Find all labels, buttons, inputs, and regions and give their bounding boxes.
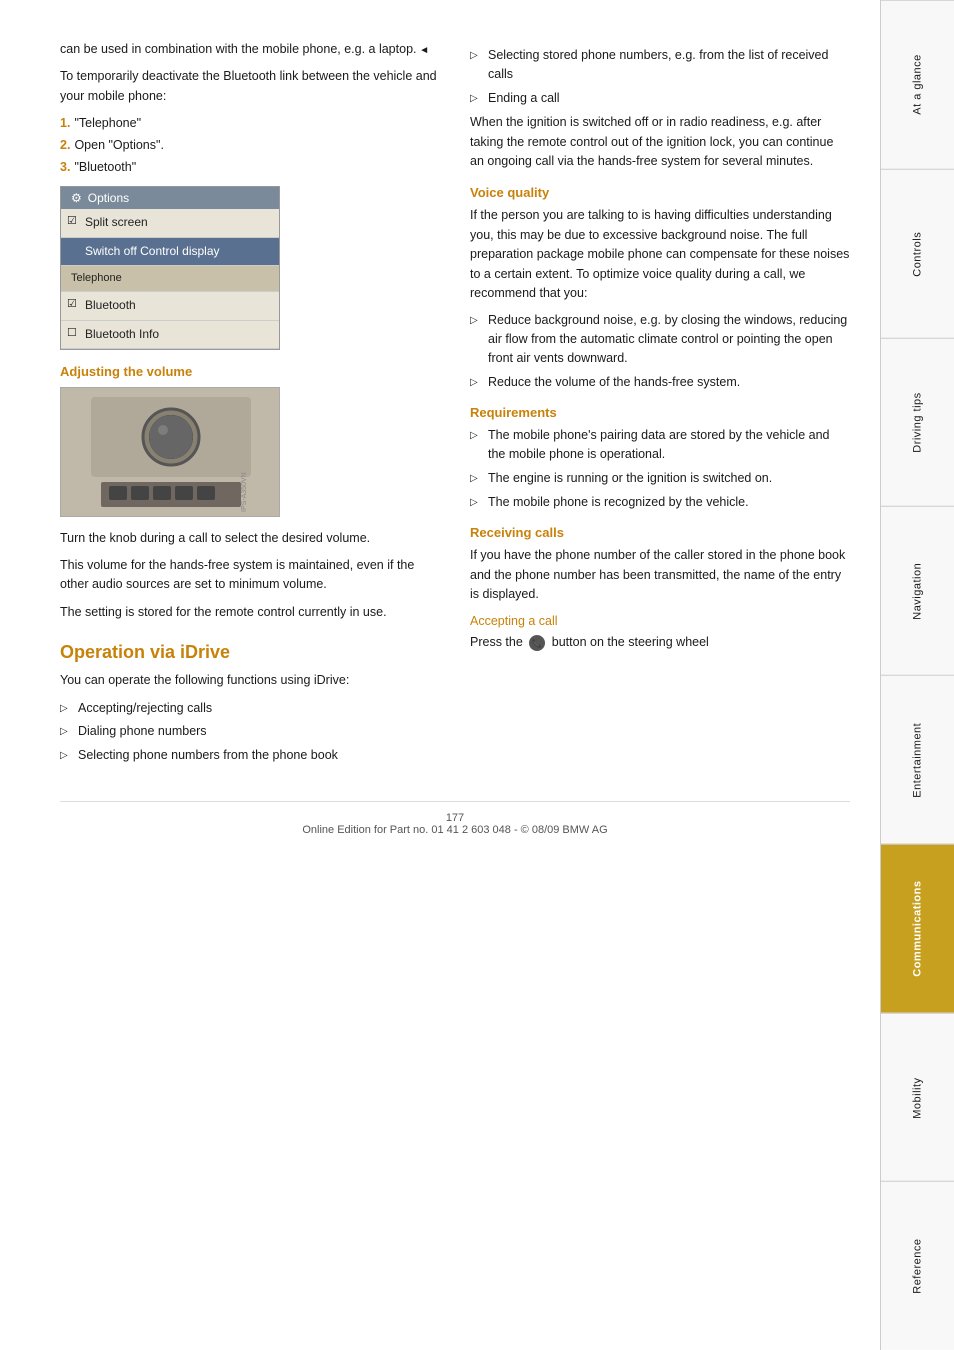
sidebar-item-driving-tips[interactable]: Driving tips bbox=[881, 338, 954, 507]
options-item-switch-off: Switch off Control display bbox=[61, 238, 279, 266]
accepting-call-subheading: Accepting a call bbox=[470, 614, 850, 628]
voice-bullet-1: Reduce background noise, e.g. by closing… bbox=[470, 311, 850, 367]
options-menu-screenshot: ⚙ Options Split screen Switch off Contro… bbox=[60, 186, 280, 349]
sidebar-item-communications[interactable]: Communications bbox=[881, 844, 954, 1013]
volume-text-2: This volume for the hands-free system is… bbox=[60, 556, 440, 595]
receiving-calls-heading: Receiving calls bbox=[470, 525, 850, 540]
req-bullet-3: The mobile phone is recognized by the ve… bbox=[470, 493, 850, 512]
sidebar: At a glance Controls Driving tips Naviga… bbox=[880, 0, 954, 1350]
page-footer: 177 Online Edition for Part no. 01 41 2 … bbox=[60, 801, 850, 836]
phone-button-icon: 📞 bbox=[529, 635, 545, 651]
operation-bullet-2: Dialing phone numbers bbox=[60, 722, 440, 741]
operation-intro: You can operate the following functions … bbox=[60, 671, 440, 690]
sidebar-item-navigation[interactable]: Navigation bbox=[881, 506, 954, 675]
operation-bullet-1: Accepting/rejecting calls bbox=[60, 699, 440, 718]
options-icon: ⚙ bbox=[71, 191, 82, 205]
more-bullets: Selecting stored phone numbers, e.g. fro… bbox=[470, 46, 850, 107]
req-bullet-1: The mobile phone's pairing data are stor… bbox=[470, 426, 850, 464]
requirements-heading: Requirements bbox=[470, 405, 850, 420]
options-item-split-screen: Split screen bbox=[61, 209, 279, 237]
accepting-call-text: Press the 📞 button on the steering wheel bbox=[470, 633, 850, 652]
sidebar-item-controls[interactable]: Controls bbox=[881, 169, 954, 338]
options-item-telephone: Telephone bbox=[61, 266, 279, 293]
sidebar-item-entertainment[interactable]: Entertainment bbox=[881, 675, 954, 844]
main-content: can be used in combination with the mobi… bbox=[0, 0, 880, 1350]
svg-text:IPS-A350VN: IPS-A350VN bbox=[241, 472, 248, 512]
operation-bullet-3: Selecting phone numbers from the phone b… bbox=[60, 746, 440, 765]
page-container: can be used in combination with the mobi… bbox=[0, 0, 954, 1350]
step-3: 3."Bluetooth" bbox=[60, 158, 440, 177]
two-col-layout: can be used in combination with the mobi… bbox=[60, 40, 850, 771]
footer-text: Online Edition for Part no. 01 41 2 603 … bbox=[302, 824, 607, 836]
car-interior-svg: IPS-A350VN bbox=[61, 387, 279, 517]
intro-paragraph: can be used in combination with the mobi… bbox=[60, 40, 440, 59]
right-column: Selecting stored phone numbers, e.g. fro… bbox=[470, 40, 850, 771]
options-menu-title: ⚙ Options bbox=[61, 187, 279, 209]
volume-text-3: The setting is stored for the remote con… bbox=[60, 603, 440, 622]
more-bullet-1: Selecting stored phone numbers, e.g. fro… bbox=[470, 46, 850, 84]
options-item-bluetooth-info: Bluetooth Info bbox=[61, 321, 279, 349]
operation-bullets: Accepting/rejecting calls Dialing phone … bbox=[60, 699, 440, 765]
adjusting-volume-heading: Adjusting the volume bbox=[60, 364, 440, 379]
sidebar-item-mobility[interactable]: Mobility bbox=[881, 1013, 954, 1182]
steps-list: 1."Telephone" 2.Open "Options". 3."Bluet… bbox=[60, 114, 440, 176]
volume-text-1: Turn the knob during a call to select th… bbox=[60, 529, 440, 548]
triangle-marker: ◄ bbox=[417, 45, 430, 56]
receiving-calls-text: If you have the phone number of the call… bbox=[470, 546, 850, 604]
volume-image: IPS-A350VN bbox=[60, 387, 280, 517]
volume-image-inner: IPS-A350VN bbox=[61, 388, 279, 516]
options-item-bluetooth: Bluetooth bbox=[61, 292, 279, 320]
req-bullet-2: The engine is running or the ignition is… bbox=[470, 469, 850, 488]
sidebar-item-at-a-glance[interactable]: At a glance bbox=[881, 0, 954, 169]
voice-bullet-2: Reduce the volume of the hands-free syst… bbox=[470, 373, 850, 392]
requirements-bullets: The mobile phone's pairing data are stor… bbox=[470, 426, 850, 511]
step-1: 1."Telephone" bbox=[60, 114, 440, 133]
intro-paragraph-2: To temporarily deactivate the Bluetooth … bbox=[60, 67, 440, 106]
voice-quality-text: If the person you are talking to is havi… bbox=[470, 206, 850, 303]
ignition-text: When the ignition is switched off or in … bbox=[470, 113, 850, 171]
voice-quality-bullets: Reduce background noise, e.g. by closing… bbox=[470, 311, 850, 391]
page-number: 177 bbox=[446, 812, 464, 824]
voice-quality-heading: Voice quality bbox=[470, 185, 850, 200]
operation-heading: Operation via iDrive bbox=[60, 642, 440, 663]
step-2: 2.Open "Options". bbox=[60, 136, 440, 155]
left-column: can be used in combination with the mobi… bbox=[60, 40, 440, 771]
more-bullet-2: Ending a call bbox=[470, 89, 850, 108]
sidebar-item-reference[interactable]: Reference bbox=[881, 1181, 954, 1350]
